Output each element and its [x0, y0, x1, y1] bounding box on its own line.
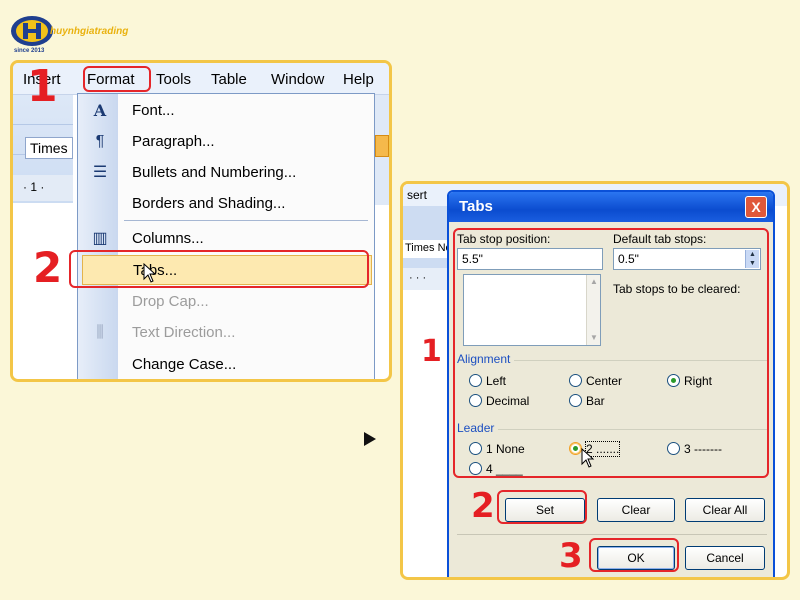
toolbar-button[interactable] — [375, 135, 389, 157]
brand-since: since 2013 — [14, 48, 45, 54]
menu-item-text-direction: ⫼ Text Direction... — [78, 318, 374, 348]
step-number-1: 1 — [27, 61, 58, 112]
paragraph-icon: ¶ — [95, 133, 105, 150]
menu-help[interactable]: Help — [343, 71, 374, 88]
arrow-right-icon — [364, 432, 376, 446]
brand-name: huynhgiatrading — [50, 26, 129, 37]
columns-icon: ▥ — [92, 230, 108, 247]
background-ruler: · · · — [403, 268, 447, 290]
step-number-2: 2 — [471, 486, 495, 526]
bullets-icon: ☰ — [92, 164, 108, 181]
ruler: · 1 · — [13, 175, 73, 201]
cancel-button[interactable]: Cancel — [685, 546, 765, 570]
document-area — [13, 203, 73, 379]
font-name-box[interactable]: Times — [25, 137, 73, 159]
highlight-tabs-item — [69, 250, 369, 288]
background-font-box: Times Ne — [403, 240, 447, 258]
close-icon[interactable]: X — [745, 196, 767, 218]
brand-logo: huynhgiatrading since 2013 — [10, 14, 150, 54]
menu-item-drop-cap: Drop Cap... — [132, 293, 209, 310]
background-toolbar — [403, 206, 447, 270]
text-direction-icon: ⫼ — [96, 324, 104, 341]
menu-bar: Insert Format Tools Table Window Help — [13, 63, 389, 95]
menu-separator — [124, 220, 368, 221]
menu-tools[interactable]: Tools — [156, 71, 191, 88]
menu-item-font[interactable]: A Font... — [78, 96, 374, 126]
format-menu-screenshot: Insert Format Tools Table Window Help Ti… — [10, 60, 392, 382]
menu-item-change-case[interactable]: Change Case... — [78, 350, 374, 379]
tabs-dialog-screenshot: sert Times Ne · · · Tabs X Tab stop posi… — [400, 181, 790, 580]
highlight-format-menu — [83, 66, 151, 92]
dialog-title: Tabs — [459, 198, 493, 215]
font-icon: A — [93, 101, 107, 120]
highlight-ok-button — [589, 538, 679, 572]
menu-window[interactable]: Window — [271, 71, 324, 88]
dialog-title-bar: Tabs X — [449, 192, 773, 222]
highlight-set-button — [497, 490, 587, 524]
format-dropdown-menu: A Font... ¶ Paragraph... ☰ Bullets and N… — [77, 93, 375, 379]
menu-table[interactable]: Table — [211, 71, 247, 88]
highlight-tab-settings — [453, 228, 769, 478]
clear-all-button[interactable]: Clear All — [685, 498, 765, 522]
menu-item-borders[interactable]: Borders and Shading... — [78, 189, 374, 219]
menu-item-paragraph[interactable]: ¶ Paragraph... — [78, 127, 374, 157]
step-number-3: 3 — [559, 536, 583, 576]
step-number-1: 1 — [421, 334, 442, 369]
menu-item-bullets[interactable]: ☰ Bullets and Numbering... — [78, 158, 374, 188]
clear-button[interactable]: Clear — [597, 498, 675, 522]
button-separator — [457, 534, 767, 535]
step-number-2: 2 — [33, 243, 63, 292]
brand-logo-icon — [11, 16, 53, 46]
